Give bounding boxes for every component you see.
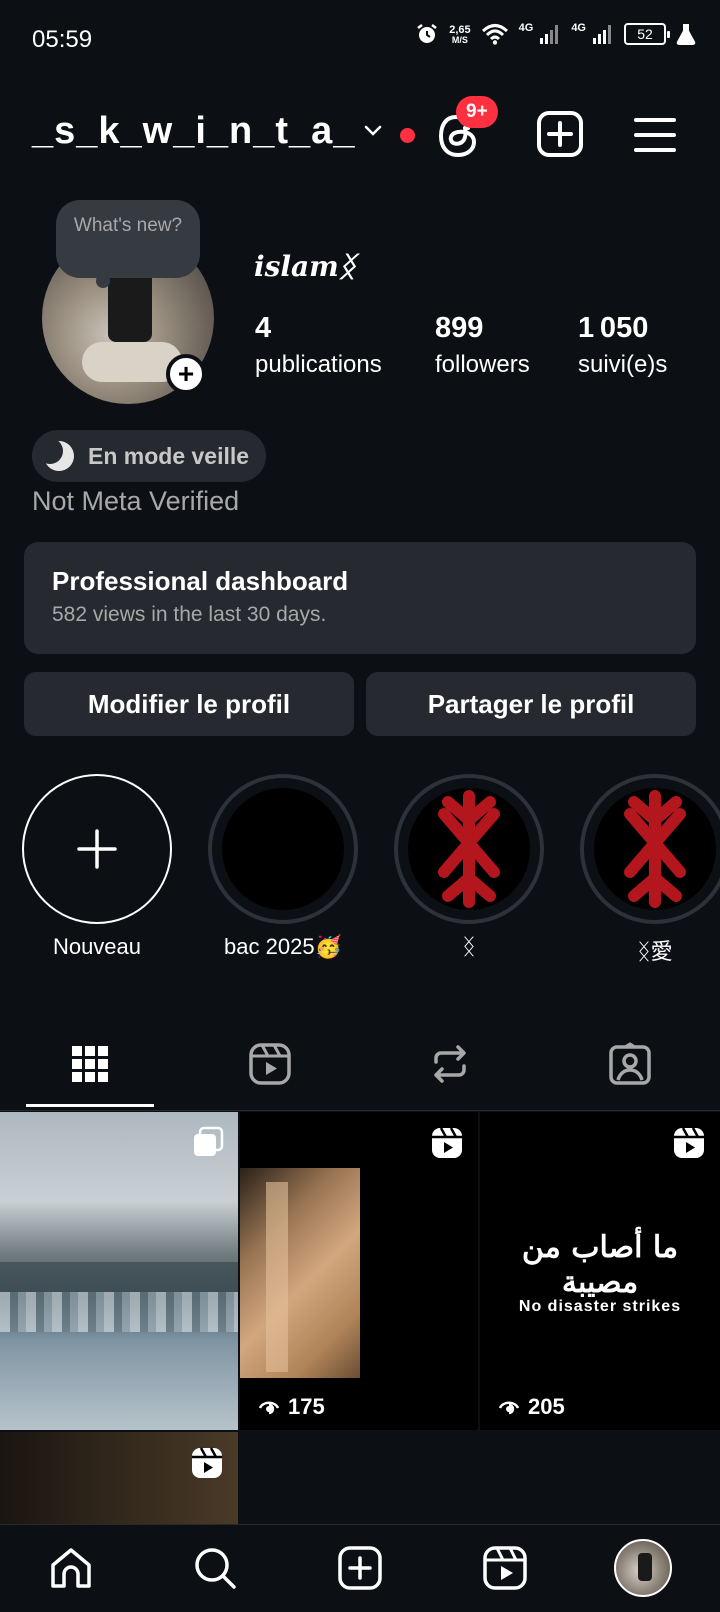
stat-value: 899 xyxy=(435,312,484,344)
nav-create[interactable] xyxy=(335,1543,385,1593)
highlight-cover xyxy=(394,774,544,924)
stat-value: 4 xyxy=(255,312,272,344)
post-thumbnail[interactable] xyxy=(0,1432,238,1524)
post-overlay-arabic: ما أصاب من مصيبة xyxy=(521,1230,679,1300)
status-time: 05:59 xyxy=(32,26,93,53)
network-speed: 2,65 M/S xyxy=(449,23,471,45)
stat-following[interactable]: 1 050 suivi(e)s xyxy=(578,312,667,379)
rune-icon xyxy=(624,790,686,908)
highlight-item[interactable]: ᛝ xyxy=(394,774,544,960)
tab-posts-grid[interactable] xyxy=(0,1034,180,1094)
signal-label-1: 4G xyxy=(518,22,534,34)
alarm-icon xyxy=(417,24,437,43)
highlight-cover xyxy=(22,774,172,924)
stat-publications[interactable]: 4 publications xyxy=(255,312,382,379)
threads-notification-badge: 9+ xyxy=(456,96,498,128)
status-label: En mode veille xyxy=(88,442,250,469)
post-thumbnail[interactable]: 175 xyxy=(240,1112,478,1430)
stat-value: 1 050 xyxy=(578,312,649,344)
bottom-navigation xyxy=(0,1524,720,1612)
signal-icon xyxy=(593,25,611,44)
signal-icon xyxy=(540,25,559,44)
home-icon xyxy=(51,1548,91,1588)
tab-tagged[interactable] xyxy=(540,1034,720,1094)
moon-icon xyxy=(42,439,74,471)
edit-profile-button[interactable]: Modifier le profil xyxy=(24,672,354,736)
tab-reels[interactable] xyxy=(180,1034,360,1094)
divider xyxy=(0,1110,720,1111)
highlight-label: ᛝ愛 xyxy=(637,939,673,964)
active-tab-indicator xyxy=(26,1104,154,1107)
battery-icon: 52 xyxy=(624,23,670,45)
flask-icon xyxy=(676,24,696,45)
hamburger-menu-icon xyxy=(634,118,676,152)
stat-label: suivi(e)s xyxy=(578,351,668,378)
signal-label-2: 4G xyxy=(571,22,586,34)
nav-home[interactable] xyxy=(46,1543,96,1593)
view-count: 175 xyxy=(258,1394,325,1420)
dashboard-subtitle: 582 views in the last 30 days. xyxy=(52,603,327,626)
dashboard-title: Professional dashboard xyxy=(52,566,349,596)
tab-reposts[interactable] xyxy=(360,1034,540,1094)
highlight-label: ᛝ xyxy=(462,934,476,959)
menu-button[interactable] xyxy=(632,112,678,158)
post-overlay-english: No disaster strikes xyxy=(518,1298,682,1315)
username-switcher[interactable]: _s_k_w_i_n_t_a_ xyxy=(32,110,355,153)
meta-verified-link[interactable]: Not Meta Verified xyxy=(32,486,239,517)
profile-display-name: islamᛝ xyxy=(254,250,356,283)
highlight-item[interactable]: ᛝ愛 xyxy=(580,774,720,966)
unread-dot xyxy=(400,128,415,143)
profile-header: _s_k_w_i_n_t_a_ 9+ xyxy=(0,96,720,172)
professional-dashboard[interactable]: Professional dashboard 582 views in the … xyxy=(24,542,696,654)
grid-icon xyxy=(72,1046,108,1082)
tagged-person-icon xyxy=(609,1042,651,1085)
highlight-label: Nouveau xyxy=(52,934,142,959)
reels-icon xyxy=(483,1546,527,1590)
search-icon xyxy=(195,1548,236,1589)
reels-icon xyxy=(432,1127,462,1158)
eye-icon xyxy=(258,1401,280,1415)
highlight-label: bac 2025🥳 xyxy=(224,934,342,959)
wifi-icon xyxy=(481,24,508,45)
carousel-icon xyxy=(194,1126,224,1156)
plus-square-icon xyxy=(338,1546,382,1590)
highlight-new[interactable]: Nouveau xyxy=(22,774,172,960)
plus-square-icon xyxy=(537,111,583,157)
add-story-button[interactable]: + xyxy=(166,354,206,394)
highlight-item[interactable]: bac 2025🥳 xyxy=(208,774,358,960)
eye-icon xyxy=(498,1401,520,1415)
reels-icon xyxy=(674,1127,704,1158)
highlight-cover xyxy=(580,774,720,924)
stat-label: publications xyxy=(255,351,382,378)
new-post-button[interactable] xyxy=(536,110,586,160)
status-pill[interactable]: En mode veille xyxy=(32,430,266,482)
status-bar: 05:59 2,65 M/S 4G 4G 52 xyxy=(0,0,720,80)
highlight-cover xyxy=(208,774,358,924)
nav-profile[interactable] xyxy=(614,1539,672,1597)
profile-tabs xyxy=(0,1020,720,1110)
reels-icon xyxy=(192,1447,222,1478)
reels-icon xyxy=(249,1043,291,1085)
avatar xyxy=(614,1539,672,1597)
status-icons: 2,65 M/S 4G 4G 52 xyxy=(415,22,696,46)
post-thumbnail[interactable] xyxy=(0,1112,238,1430)
nav-reels[interactable] xyxy=(480,1543,530,1593)
chevron-down-icon[interactable] xyxy=(362,120,384,142)
nav-search[interactable] xyxy=(190,1543,240,1593)
stat-followers[interactable]: 899 followers xyxy=(435,312,530,379)
post-thumbnail[interactable]: ما أصاب من مصيبة No disaster strikes 205 xyxy=(480,1112,720,1430)
view-count: 205 xyxy=(498,1394,565,1420)
note-bubble[interactable]: What's new? xyxy=(56,200,200,288)
repost-icon xyxy=(434,1045,466,1083)
share-profile-button[interactable]: Partager le profil xyxy=(366,672,696,736)
stat-label: followers xyxy=(435,351,530,378)
rune-icon xyxy=(438,790,500,908)
plus-icon xyxy=(77,829,117,869)
